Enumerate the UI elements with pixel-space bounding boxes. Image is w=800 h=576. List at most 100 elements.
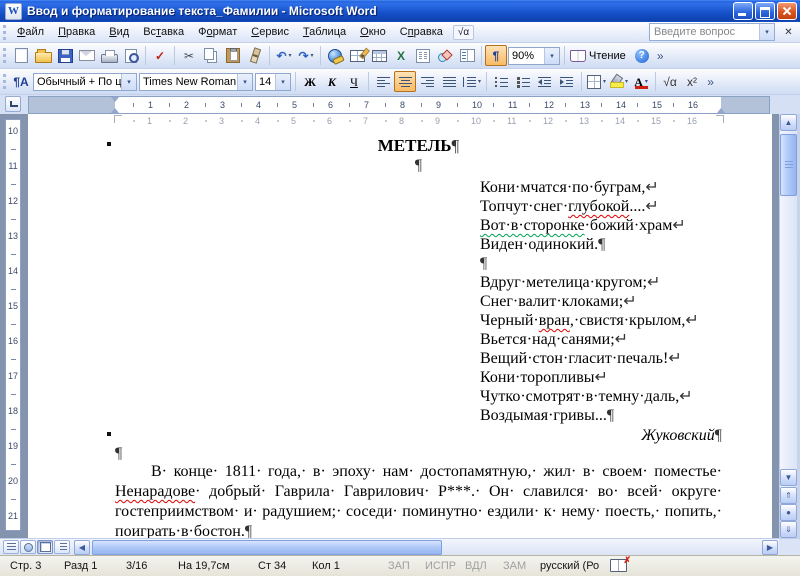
hanging-indent-marker[interactable] [111,108,119,113]
status-rec-mode[interactable]: ЗАП [388,560,410,572]
poem-line-13[interactable]: Воздымая·гривы...¶ [480,406,614,425]
font-selector[interactable]: Times New Roman ▾ [139,72,253,91]
print-button[interactable] [98,45,120,66]
dropdown-arrow-icon[interactable]: ▾ [544,47,559,64]
empty-centered-paragraph[interactable]: ¶ [115,156,722,175]
menu-item-insert[interactable]: Вставка [136,23,191,42]
email-button[interactable] [76,45,98,66]
menu-item-tools[interactable]: Сервис [244,23,296,42]
poem-line-4[interactable]: Виден·одинокий.¶ [480,235,605,254]
borders-button[interactable]: ▾ [585,71,608,92]
paragraph-line-3[interactable]: гостеприимством· и· радушием;· соседи· п… [115,502,722,522]
poem-author-line[interactable]: Жуковский¶ [115,426,722,445]
columns-button[interactable] [412,45,434,66]
poem-line-7[interactable]: Снег·валит·клоками;↵ [480,292,637,311]
toolbar-options-standard[interactable]: » [653,45,668,66]
view-web-layout-button[interactable] [20,540,36,554]
paragraph-line-4[interactable]: поиграть·в·бостон.¶ [115,522,722,538]
underline-button[interactable]: Ч [343,71,365,92]
poem-line-9[interactable]: Вьется·над·санями;↵ [480,330,628,349]
toolbar-grip[interactable] [3,24,6,40]
align-right-button[interactable] [416,71,438,92]
minimize-button[interactable] [733,2,753,20]
undo-button[interactable]: ↶ ▾ [273,45,295,66]
poem-line-12[interactable]: Чутко·смотрят·в·темну·даль,↵ [480,387,693,406]
font-color-button[interactable]: А ▾ [630,71,652,92]
open-button[interactable] [32,45,54,66]
insert-excel-sheet-button[interactable]: X [390,45,412,66]
view-normal-button[interactable] [3,540,19,554]
equation-menu-icon[interactable]: √α [452,24,475,40]
spelling-status-icon[interactable]: ✗ [610,555,631,572]
show-hide-formatting-marks-button[interactable]: ¶ [485,45,507,66]
view-print-layout-button[interactable] [37,540,53,554]
title-bar[interactable]: W Ввод и форматирование текста_Фамилии -… [0,0,800,22]
save-button[interactable] [54,45,76,66]
status-track-mode[interactable]: ИСПР [425,560,456,572]
right-indent-marker[interactable] [717,108,725,113]
drawing-button[interactable] [434,45,456,66]
tab-selector[interactable] [5,96,21,112]
ask-question-box[interactable]: Введите вопрос ▾ [649,23,775,41]
first-line-indent-marker[interactable] [111,97,119,102]
horizontal-scroll-thumb[interactable] [92,540,442,555]
menu-item-file[interactable]: Файл [10,23,51,42]
insert-table-button[interactable] [368,45,390,66]
menu-item-edit[interactable]: Правка [51,23,102,42]
poem-line-11[interactable]: Кони·торопливы↵ [480,368,608,387]
poem-line-5[interactable]: ¶ [480,254,487,273]
poem-line-6[interactable]: Вдруг·метелица·кругом;↵ [480,273,660,292]
cut-button[interactable]: ✂ [178,45,200,66]
insert-hyperlink-button[interactable] [324,45,346,66]
tables-and-borders-button[interactable] [346,45,368,66]
document-heading-line[interactable]: МЕТЕЛЬ¶ [115,136,722,155]
bold-button[interactable]: Ж [299,71,321,92]
poem-line-3[interactable]: Вот·в·сторонке·божий·храм↵ [480,216,686,235]
new-document-button[interactable] [10,45,32,66]
maximize-button[interactable] [755,2,775,20]
toolbar-options-formatting[interactable]: » [703,71,718,92]
horizontal-scrollbar[interactable]: ◀ ▶ [0,538,779,555]
font-size-selector[interactable]: 14 ▾ [255,72,291,91]
line-spacing-button[interactable]: ▾ [460,71,483,92]
italic-button[interactable]: К [321,71,343,92]
toolbar-grip[interactable] [3,48,6,63]
empty-paragraph[interactable]: ¶ [115,444,122,463]
vertical-scrollbar[interactable]: ▲ ▼ ⇑ ● ⇓ [779,114,797,538]
document-page[interactable]: 1 2 3 4 5 6 7 8 9 10 11 12 13 14 15 16 МЕТЕЛЬ¶ ¶ Кони·м… [28,114,772,538]
bullet-list-button[interactable] [512,71,534,92]
scroll-right-icon[interactable]: ▶ [762,540,778,555]
dropdown-arrow-icon[interactable]: ▾ [121,73,136,90]
poem-line-10[interactable]: Вещий·стон·гласит·печаль!↵ [480,349,682,368]
status-ovr-mode[interactable]: ЗАМ [503,560,526,572]
copy-button[interactable] [200,45,222,66]
dropdown-arrow-icon[interactable]: ▾ [237,73,252,90]
status-language[interactable]: русский (Ро [540,560,599,572]
scroll-up-icon[interactable]: ▲ [780,114,797,131]
poem-line-2[interactable]: Топчут·снег·глубокой....↵ [480,197,659,216]
print-preview-button[interactable] [120,45,142,66]
increase-indent-button[interactable] [556,71,578,92]
style-selector[interactable]: Обычный + По ц ▾ [33,72,137,91]
highlight-button[interactable]: ▾ [608,71,630,92]
format-painter-button[interactable] [244,45,266,66]
vertical-scroll-thumb[interactable] [780,134,797,196]
numbered-list-button[interactable] [490,71,512,92]
document-close-icon[interactable]: ✕ [781,25,796,40]
paragraph-line-2[interactable]: Ненарадове· добрый· Гаврила· Гаврилович·… [115,482,722,502]
equation-editor-button[interactable]: √α [659,71,681,92]
zoom-selector[interactable]: 90% ▾ [508,46,560,65]
scroll-down-icon[interactable]: ▼ [780,469,797,486]
align-center-button[interactable] [394,71,416,92]
decrease-indent-button[interactable] [534,71,556,92]
dropdown-arrow-icon[interactable]: ▾ [275,73,290,90]
menu-item-window[interactable]: Окно [353,23,393,42]
superscript-button[interactable]: x² [681,71,703,92]
spelling-button[interactable]: ✓ [149,45,171,66]
browse-previous-icon[interactable]: ⇑ [780,487,797,504]
close-button[interactable] [777,2,797,20]
view-outline-button[interactable] [54,540,70,554]
menu-item-view[interactable]: Вид [102,23,136,42]
help-button[interactable]: ? [631,45,653,66]
toolbar-grip[interactable] [3,74,6,89]
